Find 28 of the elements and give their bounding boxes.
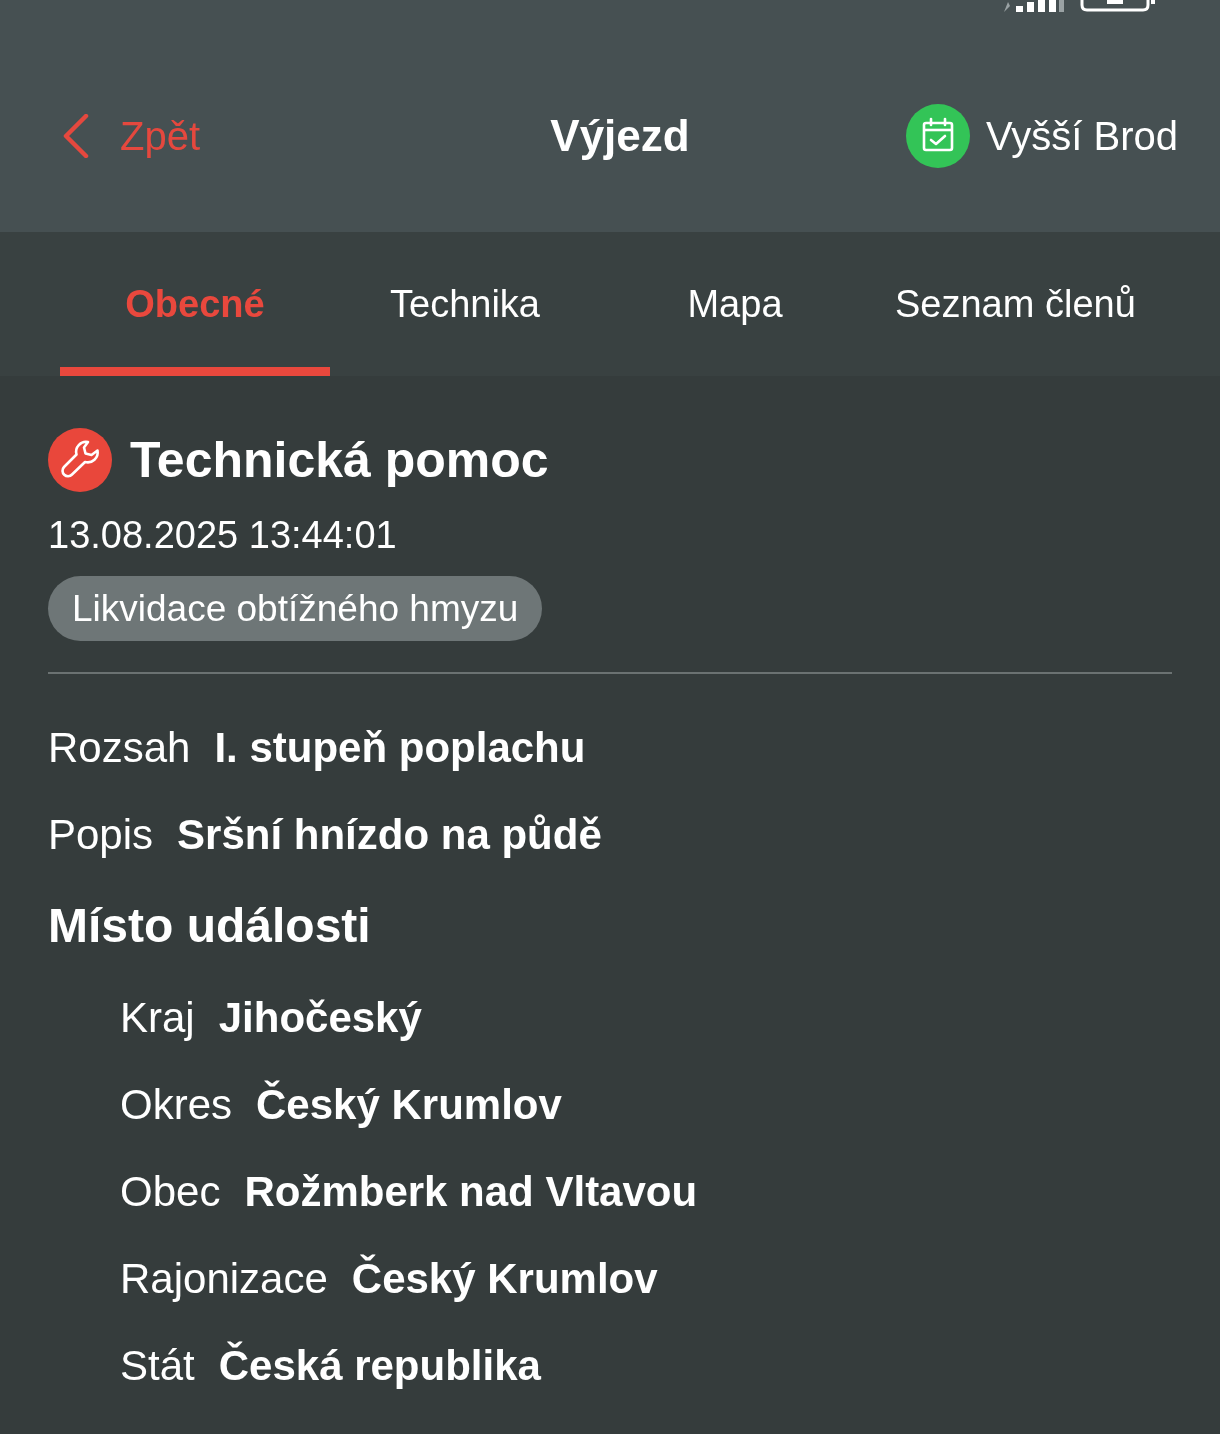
chevron-left-icon [62, 114, 90, 158]
field-label: Rajonizace [120, 1254, 328, 1304]
section-heading: Místo události [48, 898, 371, 954]
battery-icon [1080, 0, 1156, 12]
calendar-check-icon [906, 104, 971, 168]
unit-selector[interactable]: Vyšší Brod [906, 104, 1178, 168]
signal-icon [1002, 0, 1064, 12]
incident-type: Technická pomoc [130, 431, 549, 490]
field-value: Sršní hnízdo na půdě [177, 810, 602, 860]
field-label: Okres [120, 1080, 232, 1130]
field-value: Český Krumlov [351, 1253, 658, 1304]
incident-tag: Likvidace obtížného hmyzu [48, 576, 543, 641]
field-label: Kraj [120, 993, 195, 1043]
field-value: Český Krumlov [256, 1079, 562, 1130]
wrench-icon [48, 428, 112, 492]
field-label: Obec [120, 1167, 221, 1217]
page-title: Výjezd [550, 109, 690, 162]
field-label: Stát [120, 1341, 195, 1391]
tab[interactable]: Technika [330, 232, 600, 376]
field-value: Jihočeský [218, 993, 422, 1043]
tab[interactable]: Mapa [600, 232, 870, 376]
field-value: Rožmberk nad Vltavou [244, 1167, 698, 1217]
field-label: Popis [48, 810, 154, 860]
field-value: Česká republika [218, 1340, 541, 1391]
tab[interactable]: Seznam členů [870, 232, 1146, 376]
incident-datetime: 13.08.2025 13:44:01 [48, 513, 398, 558]
field-label: Rozsah [48, 723, 191, 773]
field-value: I. stupeň poplachu [214, 723, 586, 773]
